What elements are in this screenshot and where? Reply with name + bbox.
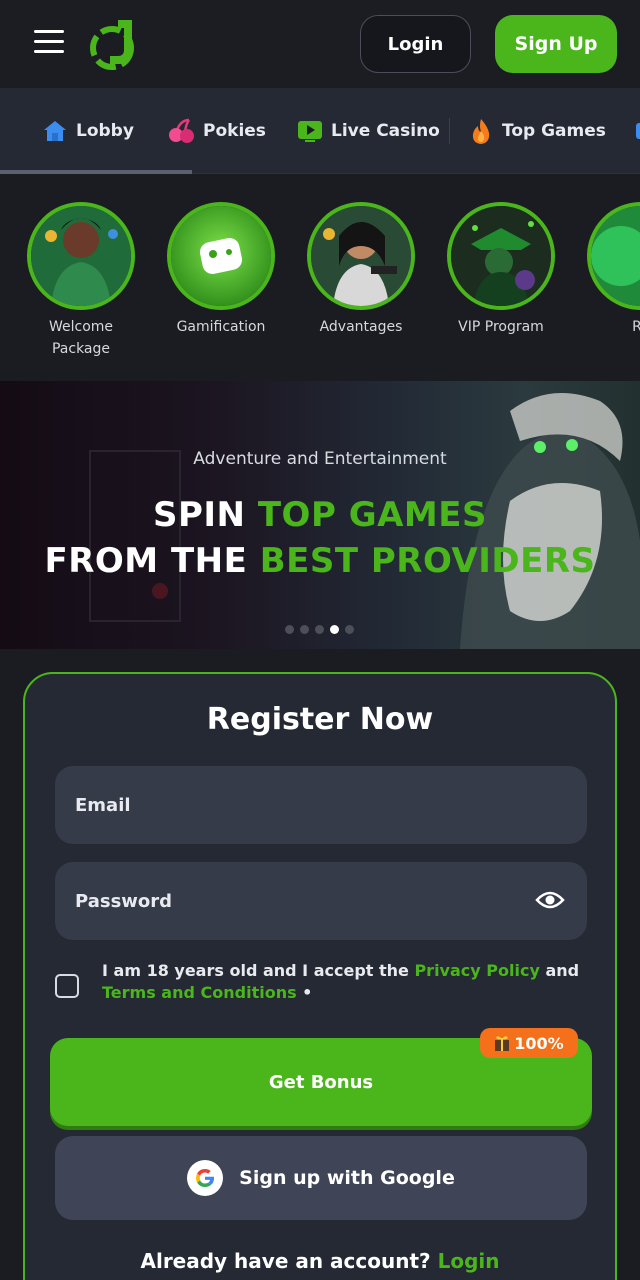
hero-banner[interactable]: Adventure and Entertainment SPIN TOP GAM… xyxy=(0,381,640,649)
gift-icon xyxy=(495,1036,510,1051)
banner-subtitle: Adventure and Entertainment xyxy=(193,449,447,469)
brand-logo-icon[interactable] xyxy=(88,16,142,72)
email-input[interactable] xyxy=(75,794,495,816)
headline-green: BEST PROVIDERS xyxy=(259,541,596,581)
category-label: Lobby xyxy=(76,121,134,141)
privacy-policy-link[interactable]: Privacy Policy xyxy=(414,961,539,980)
menu-icon[interactable] xyxy=(34,30,64,54)
promo-vip-program[interactable]: VIP Program xyxy=(431,202,571,338)
carousel-dot[interactable] xyxy=(345,625,354,634)
carousel-dot-active[interactable] xyxy=(330,625,339,634)
already-account-prefix: Already have an account? xyxy=(140,1249,438,1273)
promo-advantages[interactable]: Advantages xyxy=(291,202,431,338)
google-button-label: Sign up with Google xyxy=(239,1167,455,1189)
banner-headline-line2: FROM THE BEST PROVIDERS xyxy=(0,541,640,581)
google-signup-button[interactable]: Sign up with Google xyxy=(55,1136,587,1220)
terms-and: and xyxy=(539,961,580,980)
carousel-dots xyxy=(285,625,354,634)
promo-partial[interactable]: Re I xyxy=(571,202,640,360)
flame-icon xyxy=(472,119,490,144)
login-link[interactable]: Login xyxy=(438,1249,500,1273)
promo-label: Gamification xyxy=(176,319,266,335)
headline-white: FROM THE xyxy=(44,541,260,581)
home-icon xyxy=(44,121,66,141)
category-label: Top Games xyxy=(502,121,606,141)
promo-welcome-package[interactable]: Welcome Package xyxy=(11,202,151,360)
headline-green: TOP GAMES xyxy=(257,495,487,535)
banner-headline-line1: SPIN TOP GAMES xyxy=(0,495,640,535)
promo-label: Welcome xyxy=(48,319,114,335)
category-tab-pokies[interactable]: Pokies xyxy=(167,114,266,148)
register-card: Register Now I am 18 years old and I acc… xyxy=(23,672,617,1280)
carousel-dot[interactable] xyxy=(285,625,294,634)
promo-gamification[interactable]: Gamification xyxy=(151,202,291,338)
nav-divider xyxy=(449,118,450,144)
terms-text: I am 18 years old and I accept the Priva… xyxy=(102,960,592,1004)
play-screen-icon xyxy=(298,121,322,142)
bonus-badge: 100% xyxy=(480,1028,578,1058)
promo-label-line2: Package xyxy=(51,341,111,357)
promo-label: VIP Program xyxy=(458,319,544,335)
category-icon xyxy=(636,123,640,139)
headline-white: SPIN xyxy=(153,495,258,535)
promo-image xyxy=(447,202,555,310)
promo-image xyxy=(307,202,415,310)
terms-conditions-link[interactable]: Terms and Conditions xyxy=(102,983,297,1002)
carousel-dot[interactable] xyxy=(300,625,309,634)
google-icon xyxy=(187,1160,224,1196)
category-nav: Lobby Pokies Live Casino Top Games xyxy=(0,88,640,174)
promo-label: Re xyxy=(632,319,640,335)
already-account-text: Already have an account? Login xyxy=(25,1249,615,1273)
signup-button[interactable]: Sign Up xyxy=(495,15,617,73)
cherries-icon xyxy=(169,118,194,143)
promo-label: Advantages xyxy=(319,319,403,335)
terms-prefix: I am 18 years old and I accept the xyxy=(102,961,415,980)
promo-image xyxy=(27,202,135,310)
category-tab-more[interactable] xyxy=(634,114,640,148)
email-field[interactable] xyxy=(55,766,587,844)
promo-image xyxy=(587,202,640,310)
login-button[interactable]: Login xyxy=(360,15,471,73)
promo-image xyxy=(167,202,275,310)
category-label: Live Casino xyxy=(331,121,440,141)
carousel-dot[interactable] xyxy=(315,625,324,634)
category-tab-top-games[interactable]: Top Games xyxy=(468,114,606,148)
register-title: Register Now xyxy=(206,702,434,737)
promo-carousel: Welcome Package Gamification Advantages … xyxy=(0,174,640,381)
bonus-badge-text: 100% xyxy=(514,1033,564,1053)
age-terms-checkbox[interactable] xyxy=(55,974,79,998)
promo-label-line2: I xyxy=(571,338,640,360)
category-tab-lobby[interactable]: Lobby xyxy=(42,114,134,148)
eye-icon[interactable] xyxy=(535,889,565,911)
top-header: Login Sign Up xyxy=(0,0,640,88)
password-input[interactable] xyxy=(75,890,495,912)
category-tab-live-casino[interactable]: Live Casino xyxy=(297,114,440,148)
password-field[interactable] xyxy=(55,862,587,940)
terms-required-mark: • xyxy=(296,983,313,1002)
category-label: Pokies xyxy=(203,121,266,141)
